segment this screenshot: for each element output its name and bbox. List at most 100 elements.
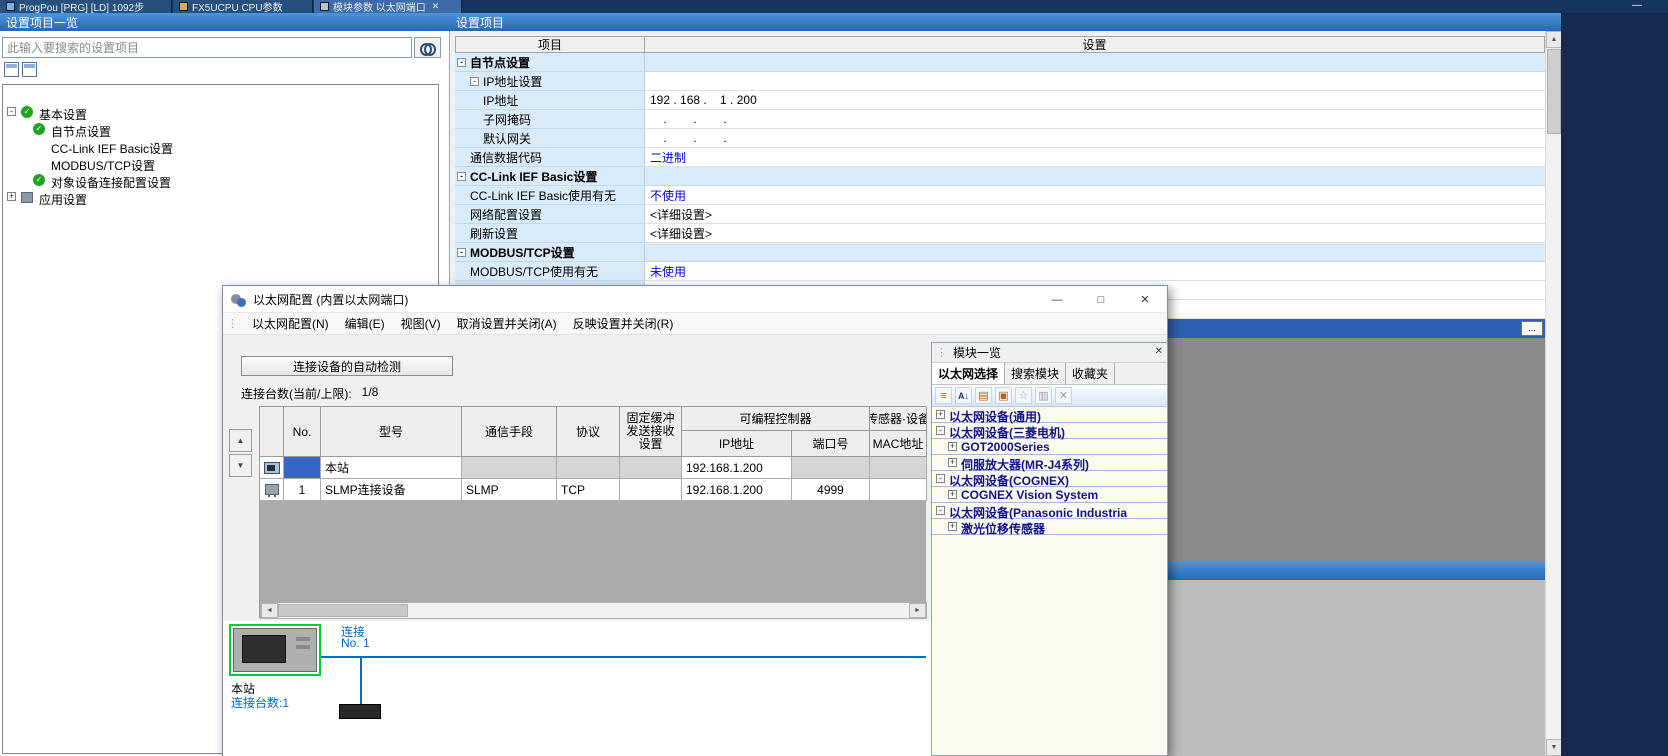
minus-expander-icon[interactable]: - [936,506,945,515]
view-list-icon[interactable]: ▤ [975,387,992,404]
module-tree-item[interactable]: + 激光位移传感器 [932,519,1167,535]
view-detail-icon[interactable]: ▣ [995,387,1012,404]
menu-view[interactable]: 视图(V) [393,313,449,334]
module-tree-item[interactable]: + 伺服放大器(MR-J4系列) [932,455,1167,471]
minimize-button[interactable]: — [1035,286,1079,313]
maximize-button[interactable]: □ [1079,286,1123,313]
auto-detect-button[interactable]: 连接设备的自动检测 [241,356,453,376]
settings-scrollbar[interactable]: ▲ ▼ [1545,31,1561,756]
plus-expander-icon[interactable]: + [936,410,945,419]
settings-row[interactable]: 网络配置设置 <详细设置> [455,205,1545,224]
scroll-up-icon[interactable]: ▲ [1546,31,1562,48]
detail-settings-browse-button[interactable]: ... [1521,321,1543,336]
close-panel-icon[interactable]: ✕ [1155,346,1163,357]
scrollbar-thumb[interactable] [1547,49,1561,134]
column-header-item[interactable]: 项目 [455,36,645,53]
mac-cell[interactable] [870,479,927,501]
sort-az-icon[interactable]: A↓ [955,387,972,404]
tree-item-target-device-config[interactable]: ✓ 对象设备连接配置设置 [3,173,438,189]
menu-cancel-and-close[interactable]: 取消设置并关闭(A) [449,313,565,334]
favorite-window-icon[interactable]: ▥ [1035,387,1052,404]
collapse-expander-icon[interactable]: - [470,77,479,86]
table-horizontal-scrollbar[interactable]: ◄ ► [260,602,927,619]
tree-view-icon[interactable] [22,62,37,77]
menu-apply-and-close[interactable]: 反映设置并关闭(R) [565,313,682,334]
collapse-expander-icon[interactable]: - [457,58,466,67]
settings-row[interactable]: -IP地址设置 [455,72,1545,91]
menu-ethernet-config[interactable]: 以太网配置(N) [244,313,337,334]
tab-cpu-parameter[interactable]: FX5UCPU CPU参数 [173,0,313,13]
device-icon-cell[interactable] [260,479,284,501]
module-tree-item[interactable]: + GOT2000Series [932,439,1167,455]
device-icon-cell[interactable] [260,457,284,479]
module-list-tabs: 以太网选择 搜索模块 收藏夹 [932,363,1167,385]
protocol-cell[interactable]: TCP [557,479,620,501]
tab-progpou[interactable]: ProgPou [PRG] [LD] 1092步 [0,0,172,13]
settings-row[interactable]: -CC-Link IEF Basic设置 [455,167,1545,186]
selected-cell[interactable] [284,457,321,479]
tab-eth-select[interactable]: 以太网选择 [932,363,1005,384]
minus-expander-icon[interactable]: - [936,426,945,435]
close-tab-icon[interactable]: ✕ [432,1,440,12]
settings-row[interactable]: CC-Link IEF Basic使用有无 不使用 [455,186,1545,205]
settings-row[interactable]: 通信数据代码 二进制 [455,148,1545,167]
minus-expander-icon[interactable]: - [936,474,945,483]
plus-expander-icon[interactable]: + [948,458,957,467]
collapse-expander-icon[interactable]: - [457,172,466,181]
tree-item-own-node[interactable]: ✓ 自节点设置 [3,122,438,138]
tree-item-application-settings[interactable]: + 应用设置 [3,190,438,206]
module-tree-item[interactable]: - 以太网设备(三菱电机) [932,423,1167,439]
close-button[interactable]: ✕ [1123,286,1167,313]
slmp-device-image[interactable] [339,704,381,719]
display-order-icon[interactable]: ≡ [935,387,952,404]
favorite-add-icon[interactable]: ☆ [1015,387,1032,404]
collapse-expander-icon[interactable]: - [7,107,16,116]
list-view-icon[interactable] [4,62,19,77]
tab-favorites[interactable]: 收藏夹 [1066,363,1115,384]
buffer-cell[interactable] [620,479,682,501]
column-header-setting[interactable]: 设置 [644,36,1545,53]
plus-expander-icon[interactable]: + [948,522,957,531]
module-tree-item[interactable]: - 以太网设备(Panasonic Industria [932,503,1167,519]
plus-expander-icon[interactable]: + [948,490,957,499]
search-button[interactable] [414,37,441,58]
move-row-down-button[interactable]: ▼ [229,454,252,477]
settings-row[interactable]: 默认网关 . . . [455,129,1545,148]
collapse-expander-icon[interactable]: - [457,248,466,257]
module-list-title-bar[interactable]: ⋮ 模块一览 ✕ [932,343,1167,363]
dialog-title-bar[interactable]: 以太网配置 (内置以太网端口) — □ ✕ [223,286,1167,313]
menu-edit[interactable]: 编辑(E) [337,313,393,334]
tree-item-modbus-tcp[interactable]: MODBUS/TCP设置 [3,156,438,172]
ip-cell[interactable]: 192.168.1.200 [682,479,792,501]
scrollbar-thumb[interactable] [278,604,408,617]
move-row-up-button[interactable]: ▲ [229,429,252,452]
tab-module-parameter[interactable]: 模块参数 以太网端口 ✕ [314,0,462,13]
model-cell[interactable]: SLMP连接设备 [321,479,462,501]
settings-row[interactable]: MODBUS/TCP使用有无 未使用 [455,262,1545,281]
tree-item-basic-settings[interactable]: - ✓ 基本设置 [3,105,438,121]
comm-cell[interactable]: SLMP [462,479,557,501]
scroll-left-icon[interactable]: ◄ [261,603,278,618]
module-tree-item[interactable]: - 以太网设备(COGNEX) [932,471,1167,487]
module-tree-item[interactable]: + COGNEX Vision System [932,487,1167,503]
window-minimize-icon[interactable]: — [1632,0,1642,12]
port-cell[interactable]: 4999 [792,479,870,501]
favorite-delete-icon[interactable]: ✕ [1055,387,1072,404]
settings-row[interactable]: 刷新设置 <详细设置> [455,224,1545,243]
tree-item-cclink-basic[interactable]: CC-Link IEF Basic设置 [3,139,438,155]
settings-row[interactable]: -自节点设置 [455,53,1545,72]
scroll-right-icon[interactable]: ► [909,603,926,618]
module-tree-item[interactable]: + 以太网设备(通用) [932,407,1167,423]
ip-cell[interactable]: 192.168.1.200 [682,457,792,479]
no-cell[interactable]: 1 [284,479,321,501]
search-input[interactable] [2,37,412,58]
host-device-image[interactable] [229,624,321,676]
settings-row[interactable]: IP地址 192 . 168 . 1 . 200 [455,91,1545,110]
plus-expander-icon[interactable]: + [948,442,957,451]
model-cell[interactable]: 本站 [321,457,462,479]
settings-row[interactable]: 子网掩码 . . . [455,110,1545,129]
scroll-down-icon[interactable]: ▼ [1546,739,1562,756]
tab-search-module[interactable]: 搜索模块 [1005,363,1066,384]
settings-row[interactable]: -MODBUS/TCP设置 [455,243,1545,262]
expand-expander-icon[interactable]: + [7,192,16,201]
